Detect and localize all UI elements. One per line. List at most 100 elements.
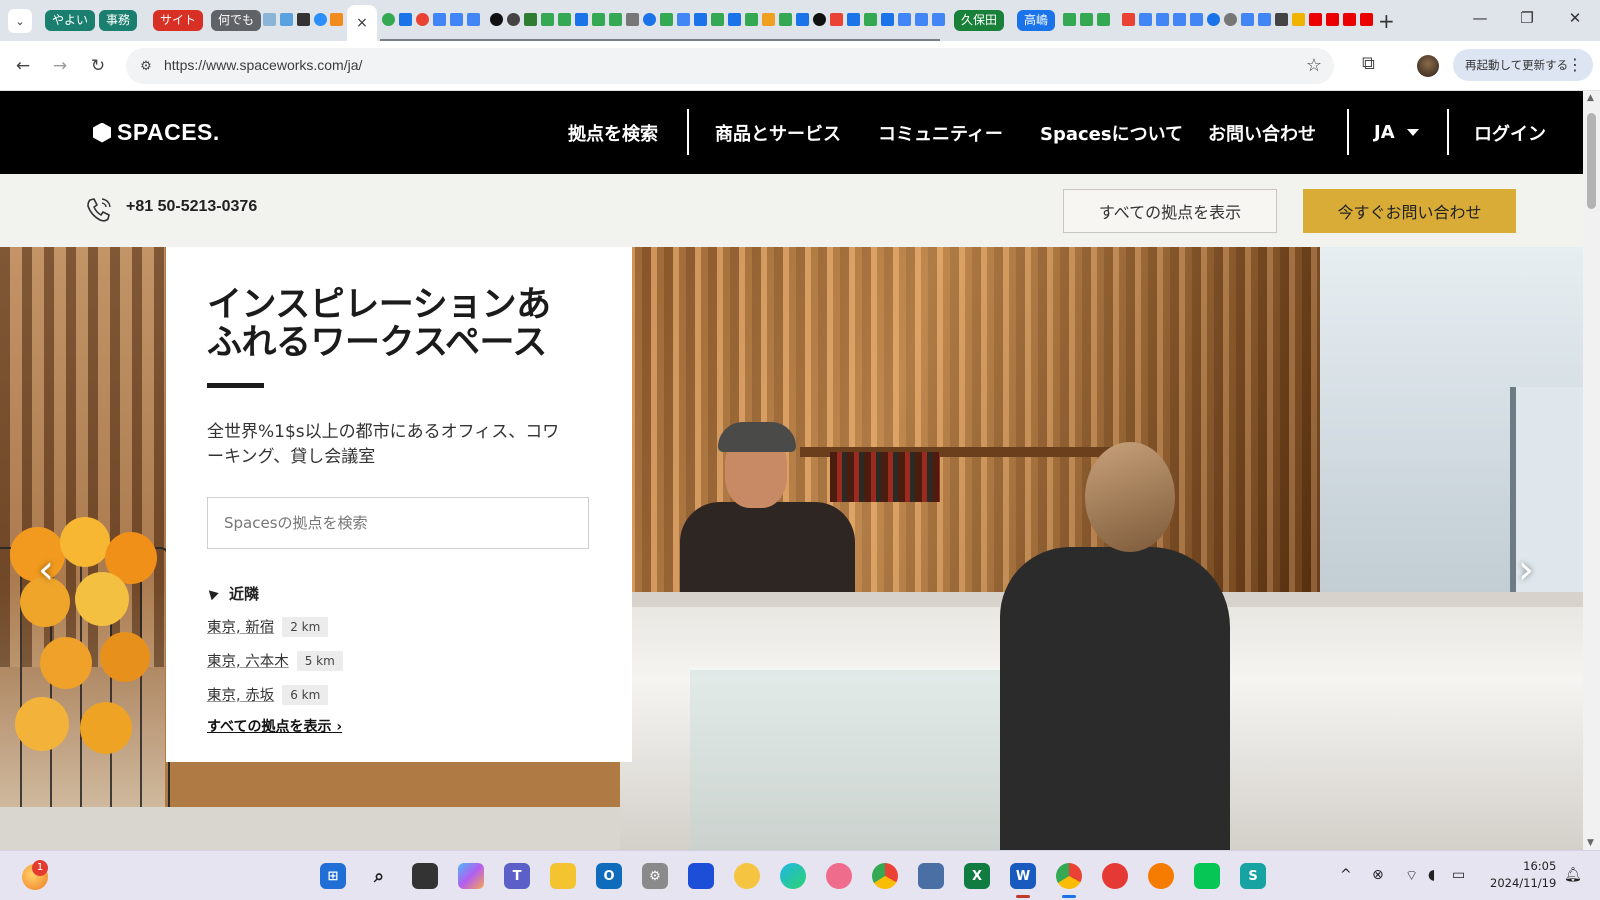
teams-icon[interactable]: T — [504, 863, 530, 889]
show-all-locations-button[interactable]: すべての拠点を表示 — [1063, 189, 1277, 233]
tab-favicon[interactable] — [1309, 13, 1322, 26]
file-explorer-icon[interactable] — [550, 863, 576, 889]
word-icon[interactable]: W — [1010, 863, 1036, 889]
close-tab-icon[interactable]: × — [356, 15, 368, 31]
tab-group-kubota[interactable]: 久保田 — [954, 10, 1005, 31]
tab-favicon[interactable] — [847, 13, 860, 26]
tab-favicon[interactable] — [864, 13, 877, 26]
notification-bell-icon[interactable]: 🔔︎ — [1564, 867, 1582, 883]
tab-favicon[interactable] — [450, 13, 463, 26]
app-icon[interactable] — [688, 863, 714, 889]
taskbar-clock[interactable]: 16:05 2024/11/19 — [1490, 858, 1556, 892]
outlook-icon[interactable]: O — [596, 863, 622, 889]
nav-login[interactable]: ログイン — [1474, 91, 1546, 174]
tab-favicon[interactable] — [813, 13, 826, 26]
app-icon[interactable] — [1102, 863, 1128, 889]
tab-favicon[interactable] — [677, 13, 690, 26]
settings-app-icon[interactable]: ⚙ — [642, 863, 668, 889]
tab-favicon[interactable] — [490, 13, 503, 26]
scroll-down-icon[interactable]: ▼ — [1587, 838, 1594, 848]
tab-favicon[interactable] — [898, 13, 911, 26]
tab-favicon[interactable] — [779, 13, 792, 26]
tab-favicon[interactable] — [881, 13, 894, 26]
tab-favicon[interactable] — [507, 13, 520, 26]
chrome-icon[interactable] — [872, 863, 898, 889]
line-icon[interactable] — [1194, 863, 1220, 889]
nearby-location-item[interactable]: 東京, 赤坂 6 km — [207, 684, 591, 706]
tab-favicon[interactable] — [1156, 13, 1169, 26]
tab-favicon[interactable] — [541, 13, 554, 26]
tab-favicon[interactable] — [314, 13, 327, 26]
tab-favicon[interactable] — [263, 13, 276, 26]
scroll-up-icon[interactable]: ▲ — [1587, 93, 1594, 103]
back-icon[interactable]: ← — [10, 53, 36, 79]
relaunch-update-button[interactable]: 再起動して更新する ⋮ — [1453, 49, 1593, 81]
tab-favicon[interactable] — [399, 13, 412, 26]
address-bar[interactable]: ⚙ https://www.spaceworks.com/ja/ ☆ — [126, 48, 1334, 84]
tab-favicon[interactable] — [1326, 13, 1339, 26]
minimize-icon[interactable]: — — [1468, 9, 1492, 27]
volume-icon[interactable]: ◖ — [1428, 867, 1435, 883]
excel-icon[interactable]: X — [964, 863, 990, 889]
tab-favicon[interactable] — [524, 13, 537, 26]
contact-now-button[interactable]: 今すぐお問い合わせ — [1303, 189, 1516, 233]
tab-favicon[interactable] — [1173, 13, 1186, 26]
nearby-location-item[interactable]: 東京, 新宿 2 km — [207, 616, 591, 638]
tab-favicon[interactable] — [416, 13, 429, 26]
chrome-icon[interactable] — [1056, 863, 1082, 889]
tab-favicon[interactable] — [1292, 13, 1305, 26]
carousel-next-icon[interactable]: › — [1518, 547, 1534, 593]
new-tab-button[interactable]: + — [1378, 9, 1395, 33]
tab-favicon[interactable] — [660, 13, 673, 26]
tab-favicon[interactable] — [762, 13, 775, 26]
tab-favicon[interactable] — [728, 13, 741, 26]
tab-favicon[interactable] — [626, 13, 639, 26]
active-tab[interactable]: × — [347, 5, 377, 41]
tab-favicon[interactable] — [796, 13, 809, 26]
tab-favicon[interactable] — [592, 13, 605, 26]
search-icon[interactable]: ⌕ — [366, 863, 392, 889]
tab-favicon[interactable] — [694, 13, 707, 26]
page-scrollbar[interactable]: ▲ ▼ — [1583, 91, 1600, 850]
tab-group-jimu[interactable]: 事務 — [99, 10, 138, 31]
tab-favicon[interactable] — [1275, 13, 1288, 26]
tab-favicon[interactable] — [1080, 13, 1093, 26]
view-all-locations-link[interactable]: すべての拠点を表示 › — [207, 716, 591, 736]
tab-favicon[interactable] — [1258, 13, 1271, 26]
battery-icon[interactable]: ▭ — [1452, 867, 1465, 883]
tab-group-takashima[interactable]: 高嶋 — [1017, 10, 1056, 31]
tab-group-site[interactable]: サイト — [153, 10, 204, 31]
tab-favicon[interactable] — [297, 13, 310, 26]
location-name[interactable]: 東京, 新宿 — [207, 616, 274, 637]
tab-favicon[interactable] — [1241, 13, 1254, 26]
tray-overflow-icon[interactable]: ^ — [1340, 867, 1352, 883]
tab-favicon[interactable] — [643, 13, 656, 26]
edge-icon[interactable] — [780, 863, 806, 889]
scroll-thumb[interactable] — [1587, 113, 1596, 209]
site-info-icon[interactable]: ⚙ — [136, 56, 156, 76]
nav-search-locations[interactable]: 拠点を検索 — [568, 91, 658, 174]
tab-favicon[interactable] — [1097, 13, 1110, 26]
forward-icon[interactable]: → — [47, 53, 73, 79]
tab-favicon[interactable] — [1207, 13, 1220, 26]
location-name[interactable]: 東京, 六本木 — [207, 650, 289, 671]
wifi-icon[interactable]: ⌔ — [1405, 867, 1418, 885]
extensions-icon[interactable]: ⧉ — [1362, 53, 1375, 74]
task-view-icon[interactable] — [412, 863, 438, 889]
restore-icon[interactable]: ❐ — [1515, 9, 1539, 27]
app-icon[interactable] — [918, 863, 944, 889]
tab-favicon[interactable] — [1224, 13, 1237, 26]
tab-group-nandemo[interactable]: 何でも — [211, 10, 262, 31]
profile-avatar[interactable] — [1417, 55, 1439, 77]
spaces-logo[interactable]: SPACES. — [93, 119, 220, 146]
location-search-input[interactable]: Spacesの拠点を検索 — [207, 496, 589, 549]
tab-favicon[interactable] — [1360, 13, 1373, 26]
tab-favicon[interactable] — [1122, 13, 1135, 26]
tab-favicon[interactable] — [745, 13, 758, 26]
tab-group-yayoi[interactable]: やよい — [45, 10, 96, 31]
location-name[interactable]: 東京, 赤坂 — [207, 684, 274, 705]
nav-about[interactable]: Spacesについて — [1040, 91, 1183, 174]
start-windows-icon[interactable]: ⊞ — [320, 863, 346, 889]
nav-contact[interactable]: お問い合わせ — [1208, 91, 1316, 174]
app-icon[interactable] — [1148, 863, 1174, 889]
